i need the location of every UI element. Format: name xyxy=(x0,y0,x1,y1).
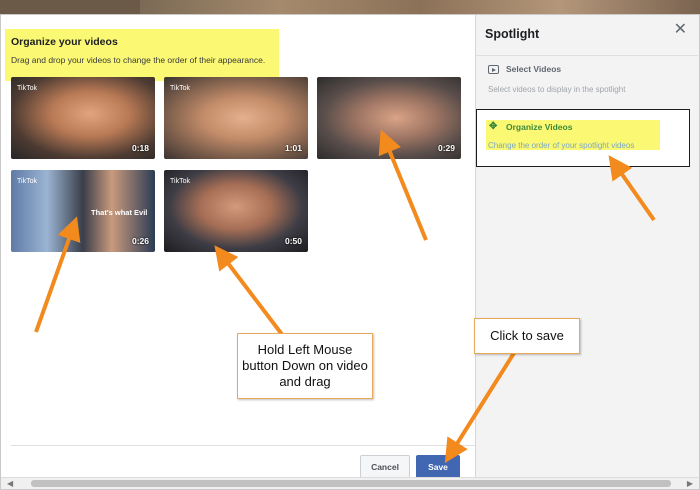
cancel-button[interactable]: Cancel xyxy=(360,455,410,479)
video-duration: 0:29 xyxy=(437,143,455,153)
background-strip xyxy=(140,0,700,14)
organize-videos-description: Change the order of your spotlight video… xyxy=(488,141,635,150)
scrollbar-thumb[interactable] xyxy=(31,480,671,487)
video-duration: 0:18 xyxy=(131,143,149,153)
spotlight-sidebar: Spotlight ✕ Select Videos Select videos … xyxy=(475,15,699,477)
save-instruction-callout: Click to save xyxy=(474,318,580,354)
save-button[interactable]: Save xyxy=(416,455,460,479)
select-videos-description: Select videos to display in the spotligh… xyxy=(488,85,626,94)
page-subtitle: Drag and drop your videos to change the … xyxy=(11,55,266,65)
scroll-right-icon[interactable]: ▶ xyxy=(687,479,693,488)
video-duration: 0:50 xyxy=(284,236,302,246)
video-caption: That's what Evil xyxy=(91,208,148,217)
drag-instruction-callout: Hold Left Mouse button Down on video and… xyxy=(237,333,373,399)
tiktok-watermark: TikTok xyxy=(170,178,190,185)
sidebar-title: Spotlight xyxy=(485,27,540,41)
video-thumbnail-1[interactable]: TikTok 0:18 xyxy=(11,77,155,159)
scroll-left-icon[interactable]: ◀ xyxy=(7,479,13,488)
page-title: Organize your videos xyxy=(11,36,118,48)
move-icon: ✥ xyxy=(489,121,498,132)
footer-divider xyxy=(11,445,475,446)
video-thumbnail-4[interactable]: TikTok That's what Evil 0:26 xyxy=(11,170,155,252)
video-duration: 1:01 xyxy=(284,143,302,153)
horizontal-scrollbar[interactable]: ◀ ▶ xyxy=(1,477,699,489)
tiktok-watermark: TikTok xyxy=(17,85,37,92)
video-thumbnail-3[interactable]: 0:29 xyxy=(317,77,461,159)
close-icon[interactable]: ✕ xyxy=(674,19,687,39)
video-thumbnail-5[interactable]: TikTok 0:50 xyxy=(164,170,308,252)
organize-panel: Organize your videos Drag and drop your … xyxy=(1,15,475,479)
organize-videos-label: Organize Videos xyxy=(506,122,573,132)
video-duration: 0:26 xyxy=(131,236,149,246)
tiktok-watermark: TikTok xyxy=(170,85,190,92)
tiktok-watermark: TikTok xyxy=(17,178,37,185)
spotlight-dialog: Organize your videos Drag and drop your … xyxy=(0,14,700,490)
sidebar-item-select-videos[interactable]: Select Videos xyxy=(506,64,561,74)
video-thumbnail-2[interactable]: TikTok 1:01 xyxy=(164,77,308,159)
video-icon xyxy=(488,65,499,74)
sidebar-divider xyxy=(476,55,698,56)
